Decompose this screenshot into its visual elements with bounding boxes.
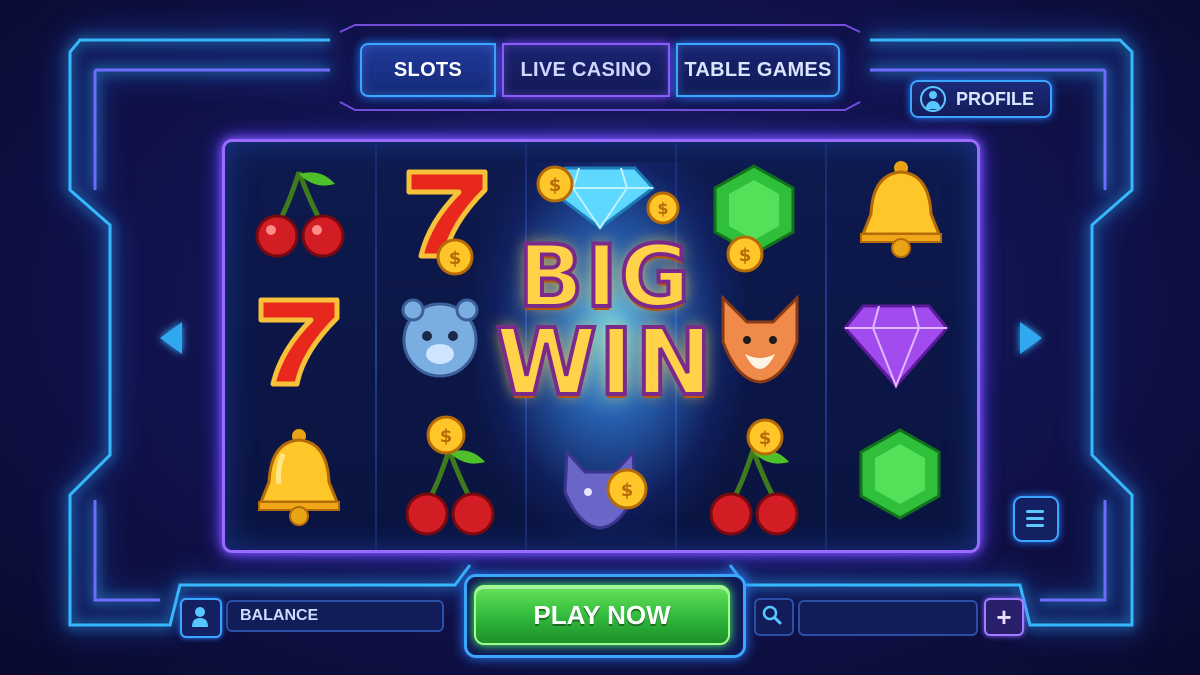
tab-slots[interactable]: SLOTS: [360, 43, 496, 97]
seven-icon: [258, 297, 340, 387]
svg-text:$: $: [549, 175, 562, 196]
cherry-icon: [405, 449, 495, 536]
coin-icon: $: [426, 415, 466, 455]
coin-icon: $: [606, 468, 648, 510]
play-now-button[interactable]: PLAY NOW: [474, 585, 730, 645]
big-win-line1: BIG: [516, 227, 693, 327]
svg-text:$: $: [657, 199, 668, 218]
coin-icon: $: [746, 418, 784, 456]
svg-text:$: $: [449, 248, 462, 269]
game-screen: SLOTS LIVE CASINO TABLE GAMES PROFILE $ …: [0, 0, 1200, 675]
cherry-icon: [709, 449, 799, 536]
cherry-icon: [255, 171, 345, 258]
big-win-line2: WIN: [494, 308, 715, 416]
profile-button[interactable]: PROFILE: [910, 80, 1052, 118]
search-icon[interactable]: [754, 598, 794, 636]
profile-label: PROFILE: [956, 88, 1035, 109]
big-win-banner: BIG WIN: [465, 227, 745, 416]
arrow-right-icon[interactable]: [1020, 322, 1042, 354]
bell-icon: [258, 429, 340, 526]
tab-live-casino[interactable]: LIVE CASINO: [502, 43, 670, 97]
svg-text:$: $: [759, 428, 772, 449]
balance-label: BALANCE: [240, 607, 319, 624]
search-input[interactable]: [798, 600, 978, 636]
tab-table-games[interactable]: TABLE GAMES: [676, 43, 840, 97]
balance-field: BALANCE: [226, 600, 444, 632]
balance-user-icon: [180, 598, 222, 638]
amethyst-icon: [843, 304, 949, 389]
slot-reels: $ $ $ $ $ $ $ BIG WIN: [222, 139, 980, 553]
menu-icon[interactable]: [1013, 496, 1059, 542]
emerald-icon: [859, 428, 941, 520]
user-icon: [920, 86, 946, 112]
svg-text:$: $: [621, 480, 634, 501]
coin-icon: $: [646, 191, 680, 225]
plus-icon[interactable]: +: [984, 598, 1024, 636]
bell-icon: [860, 161, 942, 258]
coin-icon: $: [536, 165, 574, 203]
svg-text:$: $: [440, 426, 453, 447]
arrow-left-icon[interactable]: [160, 322, 182, 354]
play-now-label: PLAY NOW: [533, 599, 671, 630]
